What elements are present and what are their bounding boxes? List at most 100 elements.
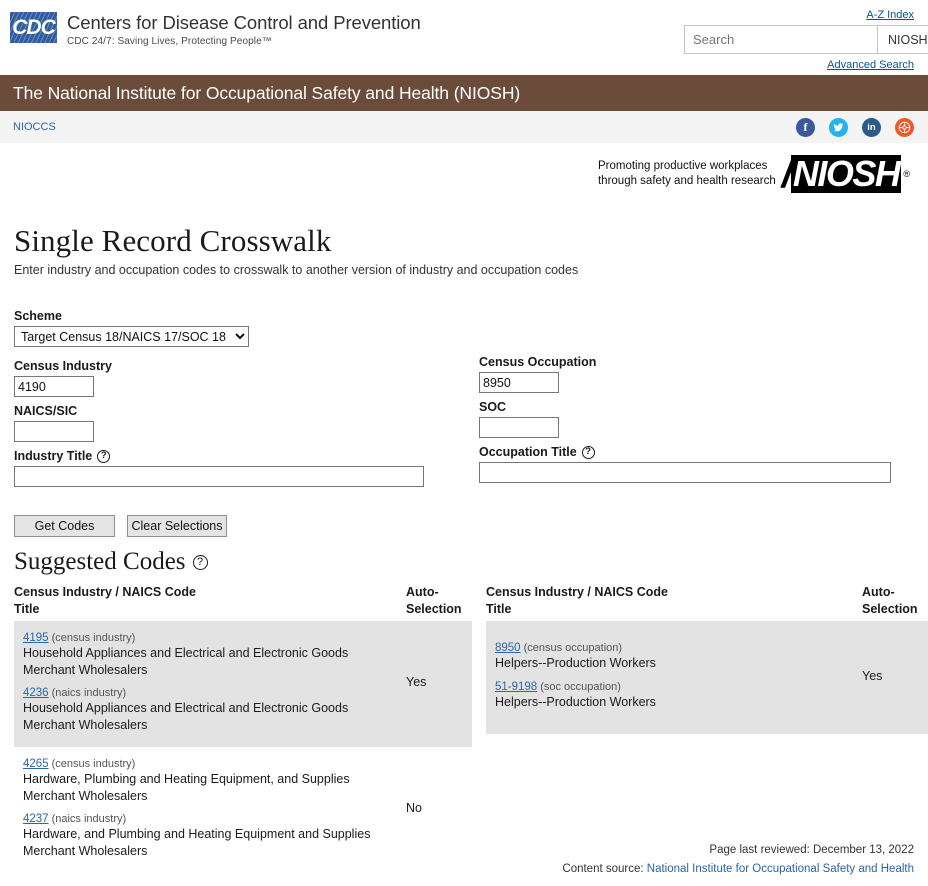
soc-label-text: SOC [479,400,507,414]
niosh-wordmark: / NIOSH ® [782,154,910,194]
clear-selections-button[interactable]: Clear Selections [127,515,227,537]
form-column-occupation: Census Occupation SOC Occupation Title ? [479,309,928,483]
crosswalk-form: Scheme Target Census 18/NAICS 17/SOC 18 … [14,309,914,509]
result-item: 8950 (census occupation) Helpers--Product… [495,639,862,672]
result-kind: (census occupation) [523,641,623,654]
result-title: Household Appliances and Electrical and … [23,645,349,677]
occupation-title-label: Occupation Title ? [479,445,928,459]
content-source: Content source: National Institute for O… [562,860,914,878]
scheme-label-text: Scheme [14,309,62,323]
occupation-title-help-icon[interactable]: ? [581,445,595,459]
result-title: Household Appliances and Electrical and … [23,701,349,732]
content-source-link[interactable]: National Institute for Occupational Safe… [647,863,914,875]
niosh-tagline: Promoting productive workplaces through … [598,159,776,188]
a-z-index-link[interactable]: A-Z Index [866,9,914,21]
naics-sic-label: NAICS/SIC [14,404,474,418]
result-code-link[interactable]: 51-9198 [495,681,537,693]
suggested-codes-help-icon[interactable]: ? [192,554,208,570]
form-column-spacer [479,309,928,355]
niosh-tagline-line2: through safety and health research [597,175,776,187]
cdc-logo-text: CDC [12,15,55,39]
agency-title: Centers for Disease Control and Preventi… [67,12,421,33]
industry-title-label: Industry Title ? [14,449,474,463]
advanced-search-link[interactable]: Advanced Search [827,59,914,71]
suggested-codes-results: Census Industry / NAICS Code Title Auto-… [14,584,928,858]
result-code-link[interactable]: 8950 [495,642,521,654]
breadcrumb-bar: NIOCCS f in [0,111,928,143]
census-industry-input[interactable] [14,376,94,397]
results-header-auto-line2: Selection [406,601,462,616]
census-occupation-label-text: Census Occupation [479,355,597,369]
page-footer: Page last reviewed: December 13, 2022 Co… [562,841,914,878]
results-header-code: Census Industry / NAICS Code [14,585,196,599]
census-industry-label: Census Industry [14,359,474,373]
occupation-title-label-text: Occupation Title [479,445,577,459]
census-industry-label-text: Census Industry [14,359,112,373]
result-item: 4195 (census industry) Household Applianc… [23,629,406,679]
result-code-link[interactable]: 4265 [23,758,49,770]
breadcrumb-item-nioccs[interactable]: NIOCCS [13,121,56,133]
page-body: Promoting productive workplaces through … [0,143,928,858]
search-scope-dropdown[interactable]: NIOSH [877,25,928,54]
result-code-link[interactable]: 4237 [23,813,49,825]
naics-sic-label-text: NAICS/SIC [14,404,78,418]
results-panel-occupation: Census Industry / NAICS Code Title Auto-… [486,584,928,735]
result-item: 4236 (naics industry) Household Appliance… [23,684,406,734]
twitter-icon[interactable] [829,117,848,137]
search-input[interactable] [684,25,877,54]
linkedin-icon[interactable]: in [862,117,881,137]
search-scope-label: NIOSH [888,32,928,47]
scheme-select[interactable]: Target Census 18/NAICS 17/SOC 18 [14,326,249,347]
result-item: 4237 (naics industry) Hardware, and Plumb… [23,810,406,860]
results-header-auto-line2: Selection [862,601,918,616]
result-auto-selection-value: Yes [406,675,427,690]
results-group: 8950 (census occupation) Helpers--Product… [486,620,928,735]
scheme-label: Scheme [14,309,474,323]
result-kind: (soc occupation) [540,680,621,693]
result-title: Hardware, and Plumbing and Heating Equip… [23,827,371,858]
niosh-tagline-line1: Promoting productive workplaces [597,160,768,173]
get-codes-button[interactable]: Get Codes [14,515,115,537]
naics-sic-input[interactable] [14,421,94,442]
result-code-link[interactable]: 4236 [23,687,49,699]
results-header-title: Title [486,601,512,616]
header-utility-area: A-Z Index NIOSH Advanced Search [684,6,928,71]
census-occupation-label: Census Occupation [479,355,928,369]
site-banner: The National Institute for Occupational … [0,75,928,111]
result-code-link[interactable]: 4195 [23,632,49,644]
niosh-logo: Promoting productive workplaces through … [14,143,914,205]
results-header-code-title: Census Industry / NAICS Code Title [14,584,196,618]
cdc-logo-icon[interactable]: CDC [10,12,57,43]
occupation-title-input[interactable] [479,462,891,483]
soc-label: SOC [479,400,928,414]
twitter-bird-glyph [833,122,844,131]
soc-input[interactable] [479,417,559,438]
niosh-wordmark-text: NIOSH [790,153,902,195]
result-title: Helpers--Production Workers [495,694,656,709]
agency-tagline: CDC 24/7: Saving Lives, Protecting Peopl… [67,35,272,47]
syndicate-glyph [898,121,911,133]
results-header-auto-selection: Auto- Selection [406,584,472,618]
results-header-code: Census Industry / NAICS Code [486,585,668,599]
syndicate-icon[interactable] [895,117,914,137]
cdc-brand[interactable]: CDC Centers for Disease Control and Prev… [10,12,421,47]
results-group: 4195 (census industry) Household Applianc… [14,620,472,747]
cdc-top-bar: CDC Centers for Disease Control and Prev… [0,0,928,75]
industry-title-help-icon[interactable]: ? [97,449,111,463]
page-title: Single Record Crosswalk [14,223,332,258]
results-header-auto-line1: Auto- [862,585,895,599]
facebook-icon[interactable]: f [796,117,815,137]
cdc-brand-titles: Centers for Disease Control and Preventi… [67,12,421,47]
results-header-code-title: Census Industry / NAICS Code Title [486,584,668,618]
page-subtitle: Enter industry and occupation codes to c… [14,263,579,277]
result-item: 4265 (census industry) Hardware, Plumbing… [23,755,406,805]
industry-title-input[interactable] [14,466,424,487]
page-last-reviewed: Page last reviewed: December 13, 2022 [709,844,914,857]
industry-title-label-text: Industry Title [14,449,93,463]
results-group-items: 8950 (census occupation) Helpers--Product… [486,635,862,717]
results-header-auto-selection: Auto- Selection [862,584,928,618]
census-occupation-input[interactable] [479,372,559,393]
registered-mark: ® [903,169,910,179]
result-title: Hardware, Plumbing and Heating Equipment… [23,771,350,803]
result-title: Helpers--Production Workers [495,655,656,670]
